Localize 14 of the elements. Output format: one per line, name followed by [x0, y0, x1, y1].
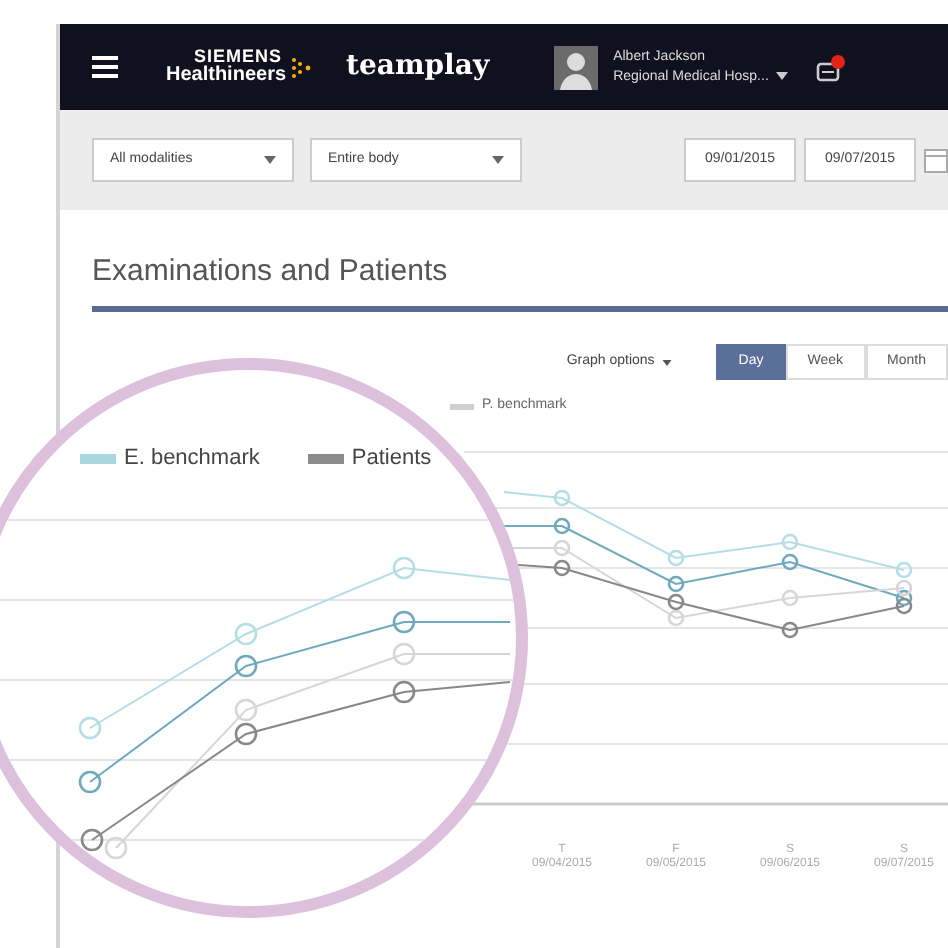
notification-icon[interactable]	[816, 53, 849, 81]
section-title: Examinations and Patients	[92, 254, 450, 290]
caret-icon[interactable]	[776, 71, 789, 79]
brand-name: SIEMENS	[193, 48, 282, 66]
caret-icon	[264, 156, 276, 164]
brand-name: Healthineers	[166, 66, 282, 86]
user-avatar-icon	[553, 45, 598, 89]
legend-label: Patients	[351, 444, 432, 474]
menu-icon[interactable]	[92, 56, 118, 78]
caret-icon	[662, 359, 673, 365]
caret-icon	[492, 156, 504, 164]
legend-label: E. benchmark	[124, 444, 260, 474]
product-name: teamplay	[346, 48, 490, 86]
dots-logo-icon	[290, 55, 314, 79]
